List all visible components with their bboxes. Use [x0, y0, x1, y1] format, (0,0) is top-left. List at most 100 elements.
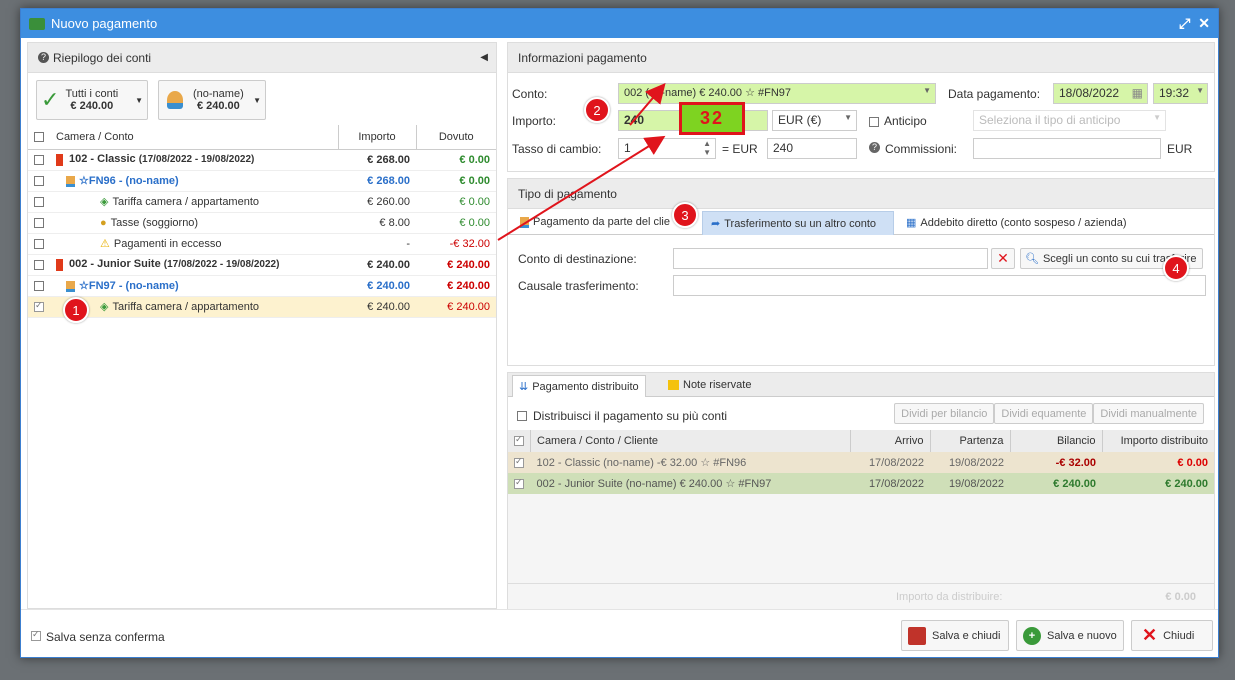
row-importo: € 240.00 [338, 296, 416, 318]
payment-dialog: Nuovo pagamento ⤢ ✕ ? Riepilogo dei cont… [20, 8, 1219, 658]
commissioni-label: Commissioni: [885, 142, 958, 156]
row-checkbox[interactable] [34, 196, 44, 207]
table-row[interactable]: 102 - Classic (no-name) -€ 32.00 ☆ #FN96… [508, 452, 1214, 473]
save-no-confirm-checkbox[interactable] [31, 629, 41, 641]
distribution-tabs: ⇊ Pagamento distribuito Note riservate [508, 373, 1214, 397]
row-importo: € 260.00 [338, 191, 416, 213]
annotation-marker: 4 [1163, 255, 1189, 281]
chevron-down-icon[interactable]: ▼ [135, 96, 143, 105]
person-icon [66, 175, 75, 187]
distribution-panel: ⇊ Pagamento distribuito Note riservate Di… [507, 372, 1215, 610]
select-all-checkbox[interactable] [514, 434, 524, 447]
col-importo-distribuito: Importo distribuito [1102, 430, 1214, 452]
row-checkbox[interactable] [514, 477, 524, 489]
dest-account-input[interactable] [673, 248, 988, 269]
date-label: Data pagamento: [948, 87, 1041, 101]
floppy-icon [908, 626, 926, 645]
save-new-button[interactable]: + Salva e nuovo [1016, 620, 1124, 651]
close-button[interactable]: ✕ Chiudi [1131, 620, 1213, 651]
all-accounts-button[interactable]: ✓ Tutti i conti € 240.00 ▼ [36, 80, 148, 120]
table-row[interactable]: ⚠ Pagamenti in eccesso - -€ 32.00 [28, 233, 496, 255]
tab-transfer[interactable]: ➦ Trasferimento su un altro conto [702, 211, 894, 235]
payment-info-title: Informazioni pagamento [508, 43, 1214, 73]
chevron-down-icon[interactable]: ▼ [253, 96, 261, 105]
currency-value: EUR (€) [778, 113, 822, 127]
client-filter-button[interactable]: (no-name) € 240.00 ▼ [158, 80, 266, 120]
distribution-footer: Importo da distribuire: € 0.00 [508, 583, 1214, 609]
row-importo[interactable]: € 0.00 [1102, 452, 1214, 473]
row-dovuto: € 240.00 [416, 275, 496, 297]
table-row[interactable]: ◈ Tariffa camera / appartamento € 260.00 … [28, 191, 496, 213]
distribute-label: Distribuisci il pagamento su più conti [533, 409, 728, 423]
chevron-down-icon: ▼ [923, 86, 931, 95]
calendar-icon[interactable]: ▦ [1132, 86, 1143, 100]
table-row[interactable]: 002 - Junior Suite (no-name) € 240.00 ☆ … [508, 473, 1214, 494]
eq-label: = EUR [722, 142, 758, 156]
causale-input[interactable] [673, 275, 1206, 296]
table-row[interactable]: ☆FN96 - (no-name) € 268.00 € 0.00 [28, 170, 496, 192]
share-arrow-icon: ➦ [711, 218, 721, 230]
row-checkbox[interactable] [34, 175, 44, 186]
eq-input[interactable]: 240 [767, 138, 857, 159]
distribute-icon: ⇊ [519, 381, 529, 393]
split-by-balance-button[interactable]: Dividi per bilancio [894, 403, 995, 424]
date-input[interactable]: 18/08/2022 ▦ [1053, 83, 1148, 104]
tab-distributed-payment[interactable]: ⇊ Pagamento distribuito [512, 375, 646, 397]
distribute-checkbox[interactable] [517, 411, 527, 421]
commissioni-currency: EUR [1167, 142, 1193, 156]
tab-private-notes[interactable]: Note riservate [662, 375, 757, 397]
row-checkbox[interactable] [34, 280, 44, 291]
importo-label: Importo: [512, 114, 557, 128]
anticipo-type-select[interactable]: Seleziona il tipo di anticipo ▼ [973, 110, 1166, 131]
anticipo-checkbox[interactable] [869, 117, 879, 127]
row-checkbox[interactable] [34, 259, 44, 270]
save-close-button[interactable]: Salva e chiudi [901, 620, 1009, 651]
row-dovuto: € 240.00 [416, 254, 496, 276]
row-checkbox[interactable] [514, 456, 524, 468]
help-icon: ? [38, 52, 49, 63]
conto-select[interactable]: 002 (no-name) € 240.00 ☆ #FN97 ▼ [618, 83, 936, 104]
col-bilancio: Bilancio [1010, 430, 1103, 452]
row-checkbox[interactable] [34, 300, 44, 312]
row-checkbox[interactable] [34, 217, 44, 228]
row-importo[interactable]: € 240.00 [1102, 473, 1214, 494]
dest-account-label: Conto di destinazione: [518, 252, 637, 266]
tasso-input[interactable]: 1 ▲ ▼ [618, 138, 716, 159]
tab-payment-from-client[interactable]: Pagamento da parte del clie [516, 211, 696, 235]
split-equally-button[interactable]: Dividi equamente [994, 403, 1094, 424]
row-label: Tariffa camera / appartamento [112, 196, 260, 208]
row-checkbox[interactable] [34, 238, 44, 249]
collapse-icon[interactable]: ◀ [480, 52, 488, 63]
table-row[interactable]: 102 - Classic (17/08/2022 - 19/08/2022) … [28, 149, 496, 171]
table-row[interactable]: ☆FN97 - (no-name) € 240.00 € 240.00 [28, 275, 496, 297]
currency-select[interactable]: EUR (€) ▼ [772, 110, 857, 131]
time-input[interactable]: 19:32 ▼ [1153, 83, 1208, 104]
clear-button[interactable]: ✕ [991, 248, 1015, 269]
payment-type-tabs: Pagamento da parte del clie ➦ Trasferimen… [508, 209, 1214, 235]
chevron-down-icon: ▼ [1196, 86, 1204, 95]
split-manually-button[interactable]: Dividi manualmente [1093, 403, 1204, 424]
annotation-marker: 3 [672, 202, 698, 228]
select-all-checkbox[interactable] [34, 131, 44, 142]
client-amount: € 240.00 [196, 100, 240, 112]
row-partenza: 19/08/2022 [948, 477, 1004, 490]
stepper-icon[interactable]: ▲ ▼ [703, 139, 711, 157]
to-distribute-value: € 0.00 [1165, 591, 1196, 603]
row-checkbox[interactable] [34, 154, 44, 165]
tab-direct-debit[interactable]: ▦ Addebito diretto (conto sospeso / azien… [902, 211, 1152, 235]
close-icon[interactable]: ✕ [1198, 15, 1210, 32]
table-row[interactable]: 002 - Junior Suite (17/08/2022 - 19/08/2… [28, 254, 496, 276]
save-no-confirm-label: Salva senza conferma [46, 630, 165, 644]
importo-value: 240 [624, 113, 645, 127]
accounts-table: Camera / Conto Importo Dovuto 102 - Clas… [28, 125, 496, 318]
expand-icon[interactable]: ⤢ [1179, 15, 1190, 32]
table-row-selected[interactable]: ◈Tariffa camera / appartamento € 240.00 … [28, 296, 496, 318]
table-row[interactable]: ● Tasse (soggiorno) € 8.00 € 0.00 [28, 212, 496, 234]
col-partenza: Partenza [930, 430, 1011, 452]
chevron-down-icon: ▼ [844, 113, 852, 122]
date-value: 18/08/2022 [1059, 86, 1120, 100]
coins-icon: ● [100, 216, 107, 229]
accounts-summary-title: Riepilogo dei conti [53, 50, 152, 65]
row-bilancio: -€ 32.00 [1055, 456, 1096, 469]
commissioni-input[interactable] [973, 138, 1161, 159]
